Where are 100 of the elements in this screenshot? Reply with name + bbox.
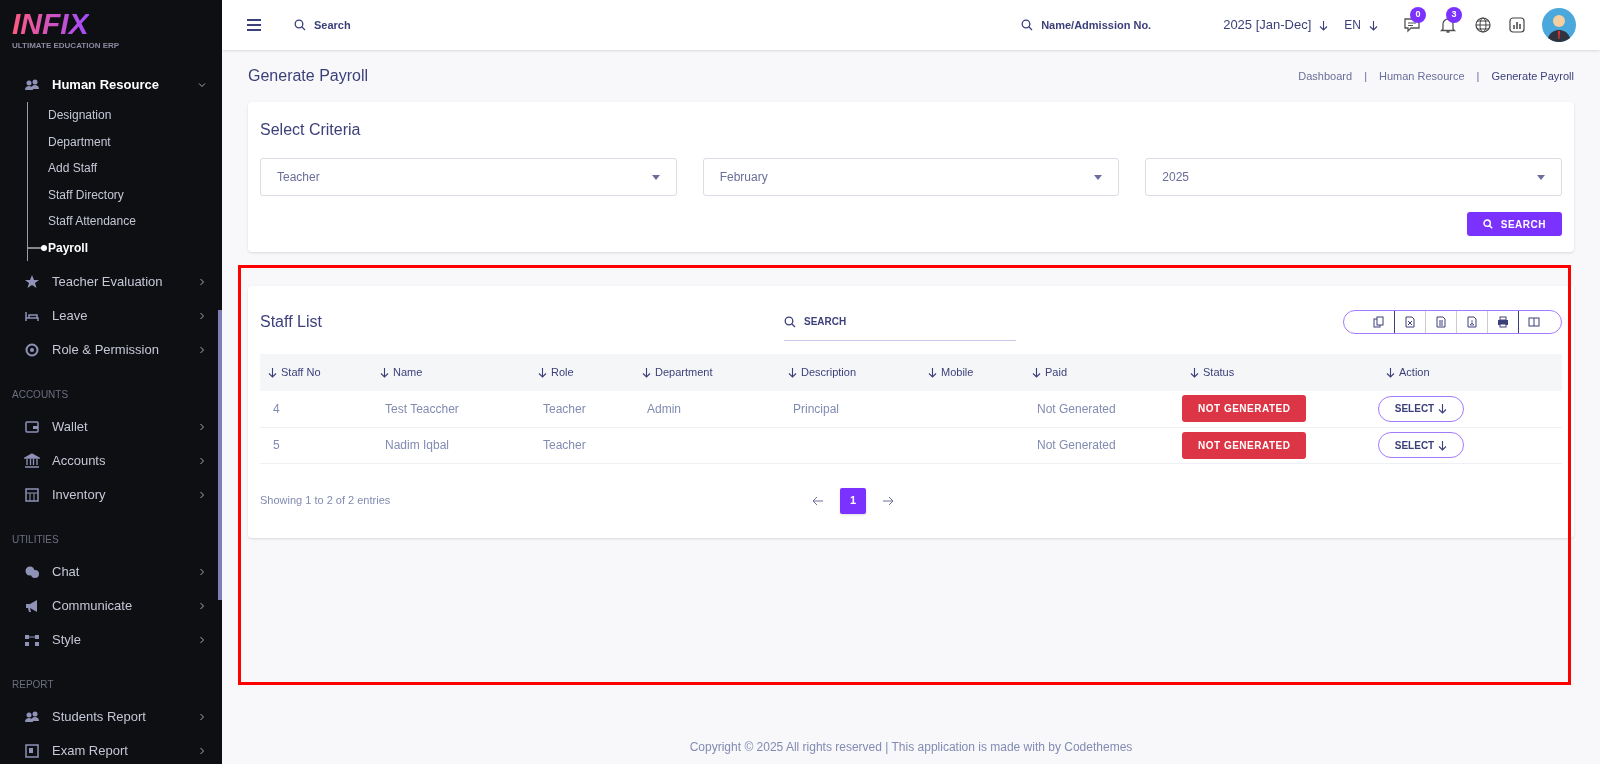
column-header[interactable]: Description (780, 364, 920, 381)
sidebar-item[interactable]: Style (0, 623, 206, 657)
megaphone-icon (24, 598, 40, 614)
caret-icon (1369, 19, 1378, 31)
sort-arrow-icon (788, 367, 797, 378)
chart-icon[interactable] (1508, 16, 1526, 34)
chevron-right-icon (198, 747, 206, 755)
sort-arrow-icon (642, 367, 651, 378)
cabinet-icon (24, 487, 40, 503)
chevron-right-icon (198, 312, 206, 320)
chevron-right-icon (198, 636, 206, 644)
people-icon (24, 709, 40, 725)
columns-icon[interactable] (1528, 316, 1540, 328)
print-icon[interactable] (1497, 316, 1509, 328)
chat-bubbles-icon (24, 564, 40, 580)
section-heading: REPORT (11, 678, 55, 692)
chevron-right-icon (198, 602, 206, 610)
csv-icon[interactable] (1435, 316, 1447, 328)
table-cell: Not Generated (1037, 438, 1116, 452)
chevron-right-icon (198, 278, 206, 286)
gear-icon (24, 342, 40, 358)
chevron-right-icon (198, 491, 206, 499)
breadcrumb-link[interactable]: Generate Payroll (1491, 67, 1574, 85)
notification-count: 3 (1446, 7, 1462, 23)
sidebar-item[interactable]: Human Resource (0, 68, 206, 102)
chevron-right-icon (198, 457, 206, 465)
chat-icon[interactable] (1402, 15, 1422, 35)
submenu-item[interactable]: Staff Attendance (48, 212, 136, 231)
caret-icon (1094, 174, 1103, 180)
column-header[interactable]: Status (1182, 364, 1378, 381)
sidebar-item[interactable]: Leave (0, 299, 206, 333)
document-icon (24, 743, 40, 759)
breadcrumb-link[interactable]: Dashboard (1298, 67, 1353, 85)
submenu-item[interactable]: Staff Directory (48, 185, 124, 204)
card-title: Select Criteria (260, 120, 361, 140)
card-title: Staff List (260, 312, 323, 332)
sort-arrow-icon (538, 367, 547, 378)
sidebar-item[interactable]: Communicate (0, 589, 206, 623)
submenu-item[interactable]: Add Staff (48, 159, 98, 178)
column-header[interactable]: Paid (1024, 364, 1182, 381)
column-header[interactable]: Department (634, 364, 780, 381)
sidebar-item[interactable]: Accounts (0, 444, 206, 478)
entries-info: Showing 1 to 2 of 2 entries (260, 493, 392, 509)
excel-icon[interactable] (1404, 316, 1416, 328)
globe-icon[interactable] (1474, 16, 1492, 34)
search-field[interactable]: Search (314, 16, 514, 34)
sidebar-item[interactable]: Chat (0, 555, 206, 589)
sort-arrow-icon (268, 367, 277, 378)
sidebar-item[interactable]: Teacher Evaluation (0, 265, 206, 299)
people-icon (24, 77, 40, 93)
chevron-right-icon (198, 568, 206, 576)
column-header[interactable]: Action (1378, 364, 1562, 381)
table-search-field[interactable]: SEARCH (804, 314, 1004, 329)
wallet-icon (24, 419, 40, 435)
select-dropdown[interactable]: Teacher (260, 158, 677, 196)
search-icon (784, 315, 796, 328)
column-header[interactable]: Staff No (260, 364, 372, 381)
star-icon (24, 274, 40, 290)
breadcrumb-separator: | (1364, 68, 1367, 84)
language-dropdown[interactable]: EN (1344, 16, 1378, 34)
table-cell: Teacher (543, 401, 586, 416)
section-heading: UTILITIES (11, 533, 60, 547)
menu-icon[interactable] (246, 18, 262, 32)
column-header[interactable]: Name (372, 364, 530, 381)
sort-arrow-icon (1032, 367, 1041, 378)
student-search-field[interactable]: Name/Admission No. (1041, 16, 1192, 34)
copy-icon[interactable] (1373, 316, 1385, 328)
message-count: 0 (1410, 7, 1426, 23)
column-header[interactable]: Mobile (920, 364, 1024, 381)
pdf-icon[interactable] (1466, 316, 1478, 328)
sidebar-item[interactable]: Inventory (0, 478, 206, 512)
scrollbar-thumb[interactable] (218, 310, 222, 600)
chevron-down-icon (198, 81, 206, 89)
sidebar-item[interactable]: Wallet (0, 410, 206, 444)
avatar-icon[interactable] (1542, 8, 1576, 42)
sidebar-item[interactable]: Students Report (0, 700, 206, 734)
session-dropdown[interactable]: 2025 [Jan-Dec] (1223, 15, 1329, 35)
chevron-right-icon (198, 713, 206, 721)
breadcrumb-link[interactable]: Human Resource (1379, 67, 1465, 85)
caret-icon (1438, 403, 1448, 415)
sidebar-item[interactable]: Role & Permission (0, 333, 206, 367)
logo-subtitle: ULTIMATE EDUCATION ERP (12, 40, 120, 52)
next-page-icon[interactable] (882, 495, 894, 506)
submenu-item[interactable]: Department (48, 132, 111, 151)
page-button[interactable]: 1 (840, 487, 866, 514)
sort-arrow-icon (1190, 367, 1199, 378)
section-heading: ACCOUNTS (11, 388, 70, 402)
table-cell: Test Teaccher (385, 401, 459, 416)
submenu-item[interactable]: Payroll (48, 238, 89, 257)
chevron-right-icon (198, 346, 206, 354)
sort-arrow-icon (380, 367, 389, 378)
table-cell: Teacher (543, 438, 586, 452)
search-button[interactable]: SEARCH (1466, 212, 1562, 236)
previous-page-icon[interactable] (812, 495, 824, 506)
submenu-item[interactable]: Designation (48, 106, 112, 125)
sidebar-item[interactable]: Exam Report (0, 734, 206, 764)
select-dropdown[interactable]: February (702, 158, 1120, 196)
column-header[interactable]: Role (530, 364, 634, 381)
select-dropdown[interactable]: 2025 (1145, 158, 1562, 196)
search-icon (294, 19, 306, 31)
